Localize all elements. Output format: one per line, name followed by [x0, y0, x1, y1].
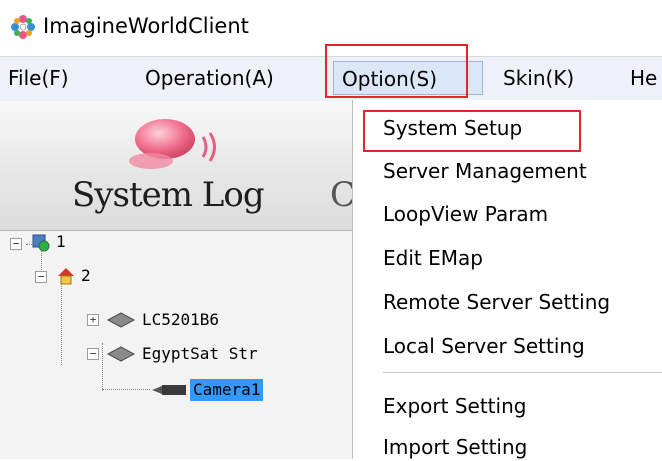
menu-item-server-management[interactable]: Server Management: [383, 157, 587, 185]
tree-node-area[interactable]: − 2: [0, 265, 352, 287]
tree-node-root[interactable]: − 1: [0, 231, 352, 253]
menu-item-remote-server-setting[interactable]: Remote Server Setting: [383, 288, 610, 316]
menu-help[interactable]: He: [630, 61, 657, 95]
system-log-label: System Log: [72, 175, 265, 215]
menu-item-edit-emap[interactable]: Edit EMap: [383, 244, 483, 272]
app-flower-icon: [11, 15, 35, 39]
system-log-header[interactable]: System Log C: [0, 101, 356, 231]
home-icon: [58, 268, 74, 285]
tree-node-camera1[interactable]: Camera1: [0, 379, 352, 401]
tree-node-label: LC5201B6: [142, 310, 220, 329]
menu-item-local-server-setting[interactable]: Local Server Setting: [383, 332, 585, 360]
title-bar: ImagineWorldClient: [0, 0, 662, 56]
server-device-icon: [106, 312, 136, 328]
menu-item-import-setting[interactable]: Import Setting: [383, 433, 527, 461]
tree-node-device-lc5201b6[interactable]: + LC5201B6: [0, 309, 352, 331]
device-tree: − 1 − 2 + LC5201B6 − EgyptSat Str Camera…: [0, 231, 352, 459]
menu-file[interactable]: File(F): [8, 61, 69, 95]
expand-icon[interactable]: +: [87, 314, 99, 326]
collapse-icon[interactable]: −: [10, 238, 22, 250]
tree-node-device-egyptsat[interactable]: − EgyptSat Str: [0, 343, 352, 365]
menu-item-loopview-param[interactable]: LoopView Param: [383, 200, 548, 228]
tree-node-label: EgyptSat Str: [142, 344, 258, 363]
collapse-icon[interactable]: −: [35, 271, 47, 283]
option-dropdown-menu: System Setup Server Management LoopView …: [352, 100, 662, 459]
left-panel: System Log C − 1 − 2 + LC5201B6 − EgyptS…: [0, 101, 356, 459]
menu-operation[interactable]: Operation(A): [145, 61, 274, 95]
menu-option[interactable]: Option(S): [333, 61, 483, 95]
tree-node-label: 2: [81, 266, 91, 285]
tree-node-label: 1: [56, 232, 66, 251]
menu-bar: File(F) Operation(A) Option(S) Skin(K) H…: [0, 56, 662, 102]
collapse-icon[interactable]: −: [87, 348, 99, 360]
window-title: ImagineWorldClient: [43, 14, 249, 38]
menu-item-system-setup[interactable]: System Setup: [383, 114, 522, 142]
server-device-icon: [106, 346, 136, 362]
camera-icon: [152, 385, 186, 395]
menu-separator: [383, 372, 662, 373]
menu-item-export-setting[interactable]: Export Setting: [383, 392, 526, 420]
menu-skin[interactable]: Skin(K): [503, 61, 574, 95]
network-globe-icon: [32, 234, 50, 252]
tree-node-label-selected: Camera1: [190, 379, 264, 401]
system-log-icon: [129, 119, 216, 169]
